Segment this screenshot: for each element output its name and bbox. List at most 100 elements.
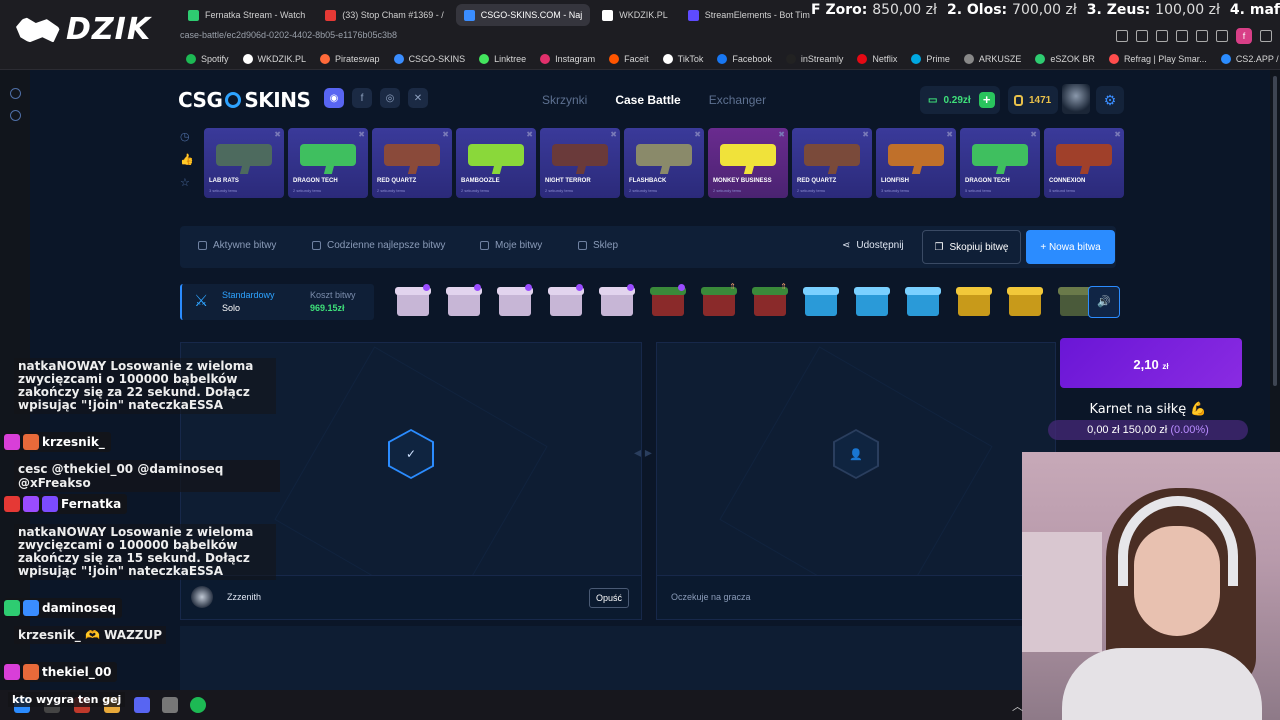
discord-icon[interactable]: ◉ — [324, 88, 344, 108]
site-logo[interactable]: CSG SKINS — [178, 88, 311, 112]
browser-tab[interactable]: WKDZIK.PL — [594, 4, 676, 26]
discord-icon[interactable] — [134, 697, 150, 713]
swords-icon: ⚔ — [194, 293, 209, 310]
copy-battle-button[interactable]: ❐ Skopiuj bitwę — [922, 230, 1021, 264]
item-icon: ✖ — [274, 130, 281, 139]
bookmark-label: CS2.APP / DIRECT... — [1235, 53, 1280, 64]
extension-icon[interactable] — [1216, 30, 1228, 42]
badge-icon — [23, 664, 39, 680]
case-item[interactable] — [547, 282, 585, 320]
tab-daily-best[interactable]: Codzienne najlepsze bitwy — [312, 240, 445, 251]
nav-item[interactable]: Exchanger — [709, 93, 766, 107]
extension-icon[interactable] — [1176, 30, 1188, 42]
extension-icon[interactable] — [1136, 30, 1148, 42]
new-battle-button[interactable]: + Nowa bitwa — [1026, 230, 1115, 264]
bookmark-label: ARKUSZE — [978, 53, 1022, 64]
leave-button[interactable]: Opuść — [588, 588, 629, 608]
clock-icon[interactable]: ◷ — [180, 132, 191, 143]
deposit-button[interactable]: + — [978, 92, 995, 108]
instagram-icon[interactable]: ◎ — [380, 88, 400, 108]
history-icon[interactable] — [10, 88, 21, 99]
tab-my-battles[interactable]: Moje bitwy — [480, 240, 542, 251]
extension-icon[interactable] — [1116, 30, 1128, 42]
live-drop-card[interactable]: ✖ RED QUARTZ 2 sekundy temu — [372, 128, 452, 198]
live-drop-card[interactable]: ✖ LAB RATS 3 sekundy temu — [204, 128, 284, 198]
case-item[interactable] — [1006, 282, 1044, 320]
live-drop-card[interactable]: ✖ DRAGON TECH 2 sekundy temu — [288, 128, 368, 198]
settings-icon[interactable] — [10, 110, 21, 121]
thumbs-up-icon[interactable]: 👍 — [180, 155, 194, 166]
live-drop-card[interactable]: ✖ DRAGON TECH 5 sekund temu — [960, 128, 1040, 198]
profile-icon[interactable]: f — [1236, 28, 1252, 44]
extension-icon[interactable] — [1196, 30, 1208, 42]
live-drop-card[interactable]: ✖ MONKEY BUSINESS 2 sekundy temu — [708, 128, 788, 198]
bookmark-item[interactable]: CSGO-SKINS — [393, 53, 465, 64]
user-avatar[interactable] — [1062, 84, 1090, 114]
case-item[interactable] — [802, 282, 840, 320]
avatar — [191, 586, 213, 608]
live-drop-card[interactable]: ✖ NIGHT TERROR 2 sekundy temu — [540, 128, 620, 198]
bookmark-item[interactable]: Spotify — [186, 53, 229, 64]
bookmark-item[interactable]: ARKUSZE — [963, 53, 1022, 64]
bookmark-item[interactable]: WKDZIK.PL — [242, 53, 306, 64]
app-icon[interactable] — [162, 697, 178, 713]
balance-display[interactable]: ▭ 0.29zł + — [920, 86, 1000, 114]
bookmark-item[interactable]: eSZOK BR — [1035, 53, 1095, 64]
bookmark-label: Spotify — [201, 53, 229, 64]
bookmark-item[interactable]: Netflix — [857, 53, 897, 64]
bookmark-item[interactable]: Instagram — [540, 53, 595, 64]
case-item[interactable] — [445, 282, 483, 320]
case-item[interactable] — [904, 282, 942, 320]
x-icon[interactable]: ✕ — [408, 88, 428, 108]
bookmark-item[interactable]: CS2.APP / DIRECT... — [1220, 53, 1280, 64]
scoreboard-entry: F Zoro: 850,00 zł — [811, 2, 937, 18]
case-item[interactable]: ⇑ — [700, 282, 738, 320]
coins-display[interactable]: 1471 — [1008, 86, 1058, 114]
live-drop-card[interactable]: ✖ RED QUARTZ 2 sekundy temu — [792, 128, 872, 198]
browser-tab[interactable]: Fernatka Stream - Watch — [180, 4, 313, 26]
live-drop-card[interactable]: ✖ LIONFISH 3 sekundy temu — [876, 128, 956, 198]
share-button[interactable]: ⋖ Udostępnij — [842, 240, 904, 251]
case-item[interactable] — [853, 282, 891, 320]
browser-tab[interactable]: CSGO-SKINS.COM - Naj — [455, 4, 591, 26]
live-drop-card[interactable]: ✖ BAMBOOZLE 2 sekundy temu — [456, 128, 536, 198]
facebook-icon[interactable]: f — [352, 88, 372, 108]
bookmark-item[interactable]: Facebook — [717, 53, 772, 64]
badge-icon — [42, 496, 58, 512]
browser-tab[interactable]: (33) Stop Cham #1369 - / — [317, 4, 452, 26]
menu-icon[interactable] — [1260, 30, 1272, 42]
bookmark-item[interactable]: inStreamly — [785, 53, 843, 64]
address-bar[interactable]: case-battle/ec2d906d-0202-4402-8b05-e117… — [180, 30, 397, 40]
history-icon — [480, 241, 489, 250]
bookmark-item[interactable]: Prime — [911, 53, 950, 64]
browser-tab[interactable]: StreamElements - Bot Tim — [680, 4, 818, 26]
bookmark-icon — [662, 53, 673, 64]
tab-active-battles[interactable]: Aktywne bitwy — [198, 240, 276, 251]
live-drop-card[interactable]: ✖ FLASHBACK 2 sekundy temu — [624, 128, 704, 198]
check-icon: ✓ — [390, 431, 432, 477]
bookmark-item[interactable]: Faceit — [609, 53, 649, 64]
gear-icon[interactable]: ⚙ — [1096, 86, 1124, 114]
chevron-up-icon[interactable]: ︿ — [1012, 698, 1023, 714]
case-item[interactable]: ⇑ — [751, 282, 789, 320]
bookmark-item[interactable]: Refrag | Play Smar... — [1108, 53, 1207, 64]
case-item[interactable] — [496, 282, 534, 320]
tab-shop[interactable]: Sklep — [578, 240, 618, 251]
case-item[interactable] — [955, 282, 993, 320]
volume-icon[interactable]: 🔊 — [1088, 286, 1120, 318]
case-item[interactable] — [598, 282, 636, 320]
star-icon[interactable]: ☆ — [180, 178, 191, 189]
bookmark-item[interactable]: TikTok — [662, 53, 703, 64]
tab-label: WKDZIK.PL — [619, 10, 668, 20]
bookmark-item[interactable]: Pirateswap — [320, 53, 380, 64]
extension-icon[interactable] — [1156, 30, 1168, 42]
case-item[interactable] — [394, 282, 432, 320]
spotify-icon[interactable] — [190, 697, 206, 713]
nav-item[interactable]: Case Battle — [615, 93, 680, 107]
live-drop-card[interactable]: ✖ CONNEXION 5 sekund temu — [1044, 128, 1124, 198]
scrollbar-thumb[interactable] — [1273, 76, 1277, 386]
bookmark-item[interactable]: Linktree — [479, 53, 526, 64]
nav-item[interactable]: Skrzynki — [542, 93, 587, 107]
drop-time: 2 sekundy temu — [461, 188, 490, 193]
case-item[interactable] — [649, 282, 687, 320]
